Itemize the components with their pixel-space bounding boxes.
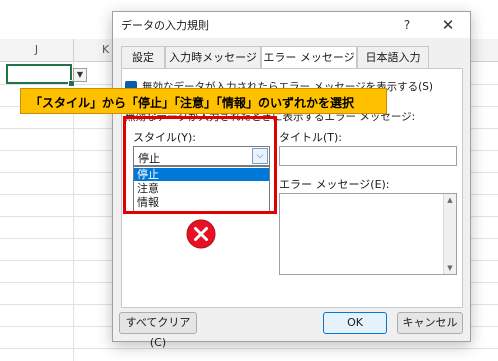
column-header-j[interactable]: J xyxy=(0,39,74,61)
title-input[interactable] xyxy=(279,146,457,166)
tab-japanese-input[interactable]: 日本語入力 xyxy=(357,46,429,68)
ok-button[interactable]: OK xyxy=(323,312,387,334)
scroll-down-icon[interactable]: ▼ xyxy=(444,262,456,274)
tab-error-message[interactable]: エラー メッセージ xyxy=(261,46,357,69)
style-highlight-box xyxy=(123,116,277,214)
active-cell[interactable] xyxy=(6,64,72,84)
tab-strip: 設定 入力時メッセージ エラー メッセージ 日本語入力 xyxy=(121,46,463,69)
cell-dropdown-arrow-icon[interactable]: ▼ xyxy=(73,68,87,82)
row-gridline xyxy=(0,348,498,349)
dialog-title: データの入力規則 xyxy=(121,19,209,32)
tab-settings[interactable]: 設定 xyxy=(121,46,165,68)
title-label: タイトル(T): xyxy=(279,131,343,144)
error-message-label: エラー メッセージ(E): xyxy=(279,178,390,191)
scroll-up-icon[interactable]: ▲ xyxy=(444,194,456,206)
clear-all-button[interactable]: すべてクリア(C) xyxy=(119,312,197,349)
cancel-button[interactable]: キャンセル xyxy=(397,312,463,334)
close-button[interactable]: ✕ xyxy=(438,15,458,35)
tab-input-message[interactable]: 入力時メッセージ xyxy=(165,46,261,68)
error-x-icon xyxy=(186,219,216,249)
textarea-scrollbar[interactable]: ▲ ▼ xyxy=(443,194,456,274)
instruction-callout: 「スタイル」から「停止」「注意」「情報」のいずれかを選択 xyxy=(20,88,387,114)
dialog-title-bar[interactable]: データの入力規則 ? ✕ xyxy=(113,12,470,38)
instruction-callout-text: 「スタイル」から「停止」「注意」「情報」のいずれかを選択 xyxy=(30,96,355,110)
error-message-textarea[interactable]: ▲ ▼ xyxy=(279,193,457,275)
help-button[interactable]: ? xyxy=(397,15,417,35)
